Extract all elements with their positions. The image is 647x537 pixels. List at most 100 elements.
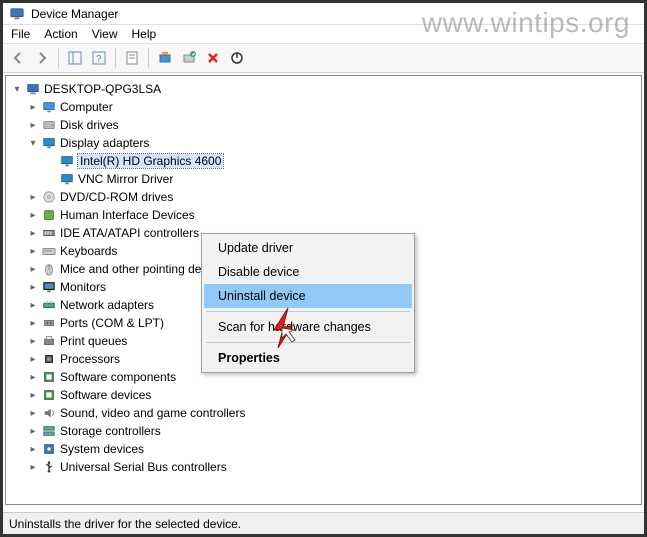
update-driver-button[interactable] bbox=[154, 47, 176, 69]
monitor-icon bbox=[41, 279, 57, 295]
toolbar-separator bbox=[148, 48, 149, 68]
context-menu-item[interactable]: Disable device bbox=[204, 260, 412, 284]
tree-category-label: Computer bbox=[60, 100, 113, 114]
expand-icon[interactable]: ▸ bbox=[26, 388, 40, 402]
display-icon bbox=[41, 135, 57, 151]
tree-category[interactable]: ▾ Display adapters bbox=[8, 134, 639, 152]
tree-category[interactable]: ▸ Sound, video and game controllers bbox=[8, 404, 639, 422]
context-menu-item[interactable]: Scan for hardware changes bbox=[204, 315, 412, 339]
expand-icon[interactable]: ▸ bbox=[26, 118, 40, 132]
tree-root-label: DESKTOP-QPG3LSA bbox=[44, 82, 161, 96]
expand-icon[interactable]: ▸ bbox=[26, 370, 40, 384]
menu-view[interactable]: View bbox=[92, 27, 118, 41]
tree-category-label: IDE ATA/ATAPI controllers bbox=[60, 226, 199, 240]
context-menu-separator bbox=[206, 342, 410, 343]
expand-icon[interactable]: ▸ bbox=[26, 442, 40, 456]
tree-device[interactable]: VNC Mirror Driver bbox=[8, 170, 639, 188]
tree-category-label: Network adapters bbox=[60, 298, 154, 312]
context-menu-item[interactable]: Uninstall device bbox=[204, 284, 412, 308]
show-hide-tree-button[interactable] bbox=[64, 47, 86, 69]
tree-category-label: Print queues bbox=[60, 334, 127, 348]
uninstall-button[interactable] bbox=[202, 47, 224, 69]
menu-help[interactable]: Help bbox=[132, 27, 157, 41]
statusbar: Uninstalls the driver for the selected d… bbox=[3, 512, 644, 534]
tree-category[interactable]: ▸ Disk drives bbox=[8, 116, 639, 134]
mouse-icon bbox=[41, 261, 57, 277]
tree-category-label: System devices bbox=[60, 442, 144, 456]
tree-root[interactable]: ▾ DESKTOP-QPG3LSA bbox=[8, 80, 639, 98]
tree-category[interactable]: ▸ Universal Serial Bus controllers bbox=[8, 458, 639, 476]
help-button[interactable]: ? bbox=[88, 47, 110, 69]
context-menu-item[interactable]: Properties bbox=[204, 346, 412, 370]
forward-button[interactable] bbox=[31, 47, 53, 69]
menubar: File Action View Help bbox=[3, 25, 644, 44]
expand-icon[interactable]: ▸ bbox=[26, 262, 40, 276]
device-manager-icon bbox=[9, 6, 25, 22]
context-menu-item[interactable]: Update driver bbox=[204, 236, 412, 260]
expand-icon[interactable]: ▸ bbox=[26, 100, 40, 114]
expand-icon[interactable]: ▸ bbox=[26, 352, 40, 366]
network-icon bbox=[41, 297, 57, 313]
tree-category[interactable]: ▸ Storage controllers bbox=[8, 422, 639, 440]
context-menu-separator bbox=[206, 311, 410, 312]
tree-category-label: Monitors bbox=[60, 280, 106, 294]
tree-category-label: Software components bbox=[60, 370, 176, 384]
window-title: Device Manager bbox=[31, 7, 118, 21]
tree-category[interactable]: ▸ DVD/CD-ROM drives bbox=[8, 188, 639, 206]
context-menu: Update driverDisable deviceUninstall dev… bbox=[201, 233, 415, 373]
expand-icon[interactable]: ▸ bbox=[26, 244, 40, 258]
sound-icon bbox=[41, 405, 57, 421]
tree-category[interactable]: ▸ Software devices bbox=[8, 386, 639, 404]
toolbar: ? bbox=[3, 44, 644, 73]
tree-category-label: Ports (COM & LPT) bbox=[60, 316, 164, 330]
tree-category[interactable]: ▸ Computer bbox=[8, 98, 639, 116]
menu-action[interactable]: Action bbox=[44, 27, 77, 41]
tree-category-label: Sound, video and game controllers bbox=[60, 406, 245, 420]
hid-icon bbox=[41, 207, 57, 223]
tree-category[interactable]: ▸ System devices bbox=[8, 440, 639, 458]
computer-root-icon bbox=[25, 81, 41, 97]
expand-icon[interactable]: ▸ bbox=[26, 460, 40, 474]
disk-icon bbox=[41, 117, 57, 133]
tree-category-label: DVD/CD-ROM drives bbox=[60, 190, 173, 204]
collapse-icon[interactable]: ▾ bbox=[10, 82, 24, 96]
collapse-icon[interactable]: ▾ bbox=[26, 136, 40, 150]
expand-icon[interactable]: ▸ bbox=[26, 208, 40, 222]
software-icon bbox=[41, 369, 57, 385]
tree-category-label: Universal Serial Bus controllers bbox=[60, 460, 227, 474]
tree-category-label: Disk drives bbox=[60, 118, 119, 132]
tree-device[interactable]: Intel(R) HD Graphics 4600 bbox=[8, 152, 639, 170]
menu-file[interactable]: File bbox=[11, 27, 30, 41]
printer-icon bbox=[41, 333, 57, 349]
tree-device-label: Intel(R) HD Graphics 4600 bbox=[78, 154, 223, 168]
keyboard-icon bbox=[41, 243, 57, 259]
device-tree-panel: ▾ DESKTOP-QPG3LSA ▸ Computer ▸ Disk driv… bbox=[5, 75, 642, 505]
expand-icon[interactable]: ▸ bbox=[26, 424, 40, 438]
tree-category-label: Storage controllers bbox=[60, 424, 161, 438]
expand-icon[interactable]: ▸ bbox=[26, 226, 40, 240]
software-icon bbox=[41, 387, 57, 403]
storage-icon bbox=[41, 423, 57, 439]
system-icon bbox=[41, 441, 57, 457]
cdrom-icon bbox=[41, 189, 57, 205]
disable-button[interactable] bbox=[226, 47, 248, 69]
tree-device-label: VNC Mirror Driver bbox=[78, 172, 173, 186]
expand-icon[interactable]: ▸ bbox=[26, 280, 40, 294]
computer-icon bbox=[41, 99, 57, 115]
expand-icon[interactable]: ▸ bbox=[26, 406, 40, 420]
back-button[interactable] bbox=[7, 47, 29, 69]
expand-icon[interactable]: ▸ bbox=[26, 298, 40, 312]
tree-category-label: Human Interface Devices bbox=[60, 208, 195, 222]
properties-button[interactable] bbox=[121, 47, 143, 69]
scan-hardware-button[interactable] bbox=[178, 47, 200, 69]
tree-category-label: Keyboards bbox=[60, 244, 117, 258]
svg-text:?: ? bbox=[96, 54, 102, 65]
toolbar-separator bbox=[58, 48, 59, 68]
tree-category-label: Software devices bbox=[60, 388, 151, 402]
titlebar: Device Manager bbox=[3, 3, 644, 25]
tree-category[interactable]: ▸ Human Interface Devices bbox=[8, 206, 639, 224]
expand-icon[interactable]: ▸ bbox=[26, 334, 40, 348]
expand-icon[interactable]: ▸ bbox=[26, 316, 40, 330]
expand-icon[interactable]: ▸ bbox=[26, 190, 40, 204]
toolbar-separator bbox=[115, 48, 116, 68]
